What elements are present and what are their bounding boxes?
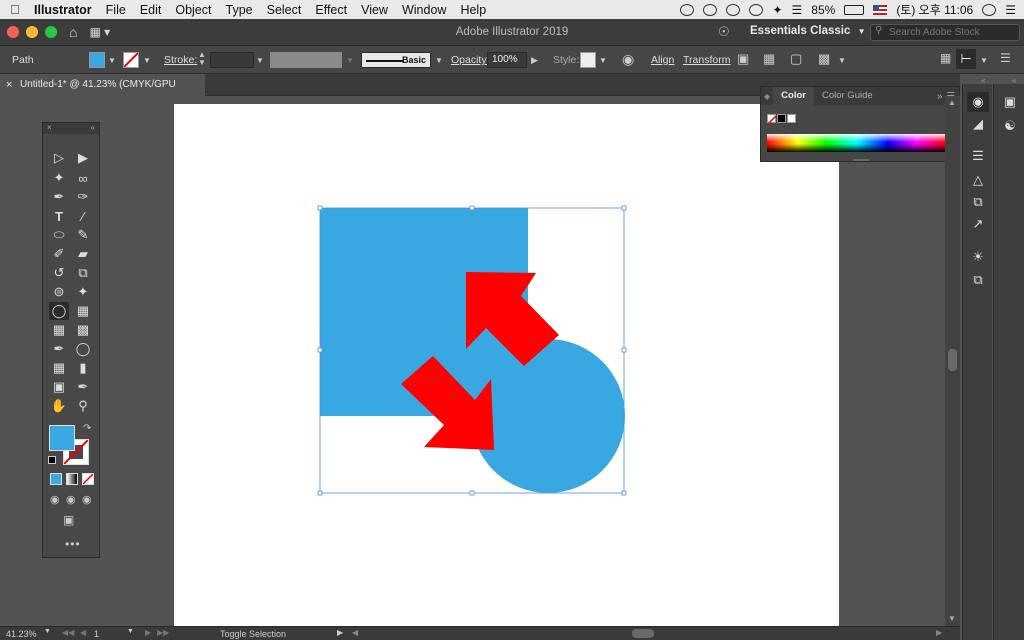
asset-export-icon[interactable]: △: [967, 170, 989, 190]
panel-resize-grip[interactable]: [853, 159, 869, 161]
toolbox-panel: × « ▷ ▶ ✦ ∞ ✒ ✑ T ∕ ⬭ ✎ ✐ ▰ ↺ ⧉ ⊜ ✦ ◯ ▦ ▦…: [42, 122, 100, 558]
eraser-tool-icon[interactable]: ▰: [73, 245, 93, 263]
vertical-scrollbar[interactable]: ▲ ▼: [945, 96, 960, 626]
draw-normal-icon[interactable]: ◉: [50, 493, 60, 506]
zoom-level-field[interactable]: 41.23%: [6, 629, 37, 639]
white-swatch[interactable]: [787, 114, 796, 123]
vertical-scroll-thumb[interactable]: [948, 349, 957, 371]
hand-tool-icon[interactable]: ✋: [49, 397, 69, 415]
draw-behind-icon[interactable]: ◉: [66, 493, 76, 506]
color-panel-icon[interactable]: ◉: [967, 92, 989, 112]
gradient-tool-icon[interactable]: ▩: [73, 321, 93, 339]
width-tool-icon[interactable]: ⊜: [49, 283, 69, 301]
color-panel: ◆ Color Color Guide » ☰: [760, 86, 960, 162]
panel-grip-icon[interactable]: ◆: [761, 92, 773, 101]
status-bar: 41.23% ▼ ◀◀ ◀ 1 ▼ ▶ ▶▶ Toggle Selection …: [0, 626, 960, 640]
swap-fill-stroke-icon[interactable]: ↷: [83, 423, 91, 434]
lasso-tool-icon[interactable]: ∞: [73, 169, 93, 187]
status-menu-icon[interactable]: ▶: [337, 628, 343, 637]
scroll-right-icon[interactable]: ▶: [936, 628, 942, 637]
mesh-tool-icon[interactable]: ▦: [49, 321, 69, 339]
tool-status-text: Toggle Selection: [220, 629, 287, 639]
next-artboard-icon[interactable]: ▶: [145, 628, 151, 637]
default-fill-stroke-icon[interactable]: [48, 456, 56, 464]
close-icon[interactable]: ×: [47, 123, 52, 134]
horizontal-scroll-thumb[interactable]: [632, 629, 654, 638]
slice-tool-icon[interactable]: ✒: [73, 378, 93, 396]
shape-builder-tool-icon[interactable]: ◯: [49, 302, 69, 320]
artboard-number-field[interactable]: 1: [94, 629, 99, 639]
perspective-grid-tool-icon[interactable]: ▦: [73, 302, 93, 320]
export-icon[interactable]: ↗: [967, 214, 989, 234]
color-guide-icon[interactable]: ◢: [967, 114, 989, 134]
chevron-down-icon[interactable]: ▼: [127, 628, 134, 635]
libraries-icon[interactable]: ☯: [999, 116, 1021, 136]
zoom-tool-icon[interactable]: ⚲: [73, 397, 93, 415]
first-artboard-icon[interactable]: ◀◀: [62, 628, 74, 637]
fill-color-box-front[interactable]: [49, 425, 75, 451]
graphic-styles-icon[interactable]: ⧉: [967, 270, 989, 290]
black-swatch[interactable]: [777, 114, 786, 123]
gradient-mode-icon[interactable]: [66, 473, 78, 485]
tab-color[interactable]: Color: [773, 87, 814, 105]
draw-inside-icon[interactable]: ◉: [82, 493, 92, 506]
shaper-tool-icon[interactable]: ✐: [49, 245, 69, 263]
eyedropper-tool-icon[interactable]: ✒: [49, 340, 69, 358]
panel-dock-primary: « ◉ ◢ ☰ △ ⧉ ↗ ☀ ⧉: [962, 76, 992, 640]
color-panel-tabs: ◆ Color Color Guide » ☰: [761, 87, 959, 105]
none-mode-icon[interactable]: [82, 473, 94, 485]
screen-mode-icon[interactable]: ▣: [63, 513, 74, 527]
rotate-tool-icon[interactable]: ↺: [49, 264, 69, 282]
previous-artboard-icon[interactable]: ◀: [80, 628, 86, 637]
scale-tool-icon[interactable]: ⧉: [73, 264, 93, 282]
last-artboard-icon[interactable]: ▶▶: [157, 628, 169, 637]
none-slash-icon: [82, 473, 94, 485]
properties-icon[interactable]: ▣: [999, 92, 1021, 112]
blend-tool-icon[interactable]: ◯: [73, 340, 93, 358]
layers-icon[interactable]: ☰: [967, 146, 989, 166]
type-tool-icon[interactable]: T: [49, 207, 69, 225]
tab-color-guide[interactable]: Color Guide: [814, 87, 881, 105]
expand-dock-icon[interactable]: «: [1012, 76, 1016, 85]
blue-circle[interactable]: [471, 339, 625, 493]
curvature-tool-icon[interactable]: ✑: [73, 188, 93, 206]
none-swatch[interactable]: [767, 114, 777, 125]
ellipse-tool-icon[interactable]: ⬭: [49, 226, 69, 244]
magic-wand-tool-icon[interactable]: ✦: [49, 169, 69, 187]
expand-dock-icon[interactable]: «: [981, 76, 985, 85]
paintbrush-tool-icon[interactable]: ✎: [73, 226, 93, 244]
appearance-icon[interactable]: ☀: [967, 247, 989, 267]
column-graph-tool-icon[interactable]: ▮: [73, 359, 93, 377]
scroll-left-icon[interactable]: ◀: [352, 628, 358, 637]
artboards-icon[interactable]: ⧉: [967, 192, 989, 212]
toolbox-header[interactable]: × «: [43, 123, 99, 134]
direct-selection-tool-icon[interactable]: ▶: [73, 149, 93, 167]
scroll-up-icon[interactable]: ▲: [948, 98, 956, 107]
pen-tool-icon[interactable]: ✒: [49, 188, 69, 206]
color-spectrum-bar[interactable]: [767, 134, 947, 152]
collapse-icon[interactable]: «: [91, 123, 95, 134]
selection-tool-icon[interactable]: ▷: [49, 149, 69, 167]
edit-toolbar-icon[interactable]: •••: [65, 537, 81, 551]
puppet-warp-tool-icon[interactable]: ✦: [73, 283, 93, 301]
symbol-sprayer-tool-icon[interactable]: ▦: [49, 359, 69, 377]
scroll-down-icon[interactable]: ▼: [948, 614, 956, 623]
chevron-down-icon[interactable]: ▼: [44, 628, 51, 635]
artboard-tool-icon[interactable]: ▣: [49, 378, 69, 396]
panel-dock-secondary: « ▣ ☯: [993, 76, 1024, 640]
none-slash-icon: [767, 115, 777, 125]
line-segment-tool-icon[interactable]: ∕: [73, 207, 93, 225]
color-mode-icon[interactable]: [50, 473, 62, 485]
